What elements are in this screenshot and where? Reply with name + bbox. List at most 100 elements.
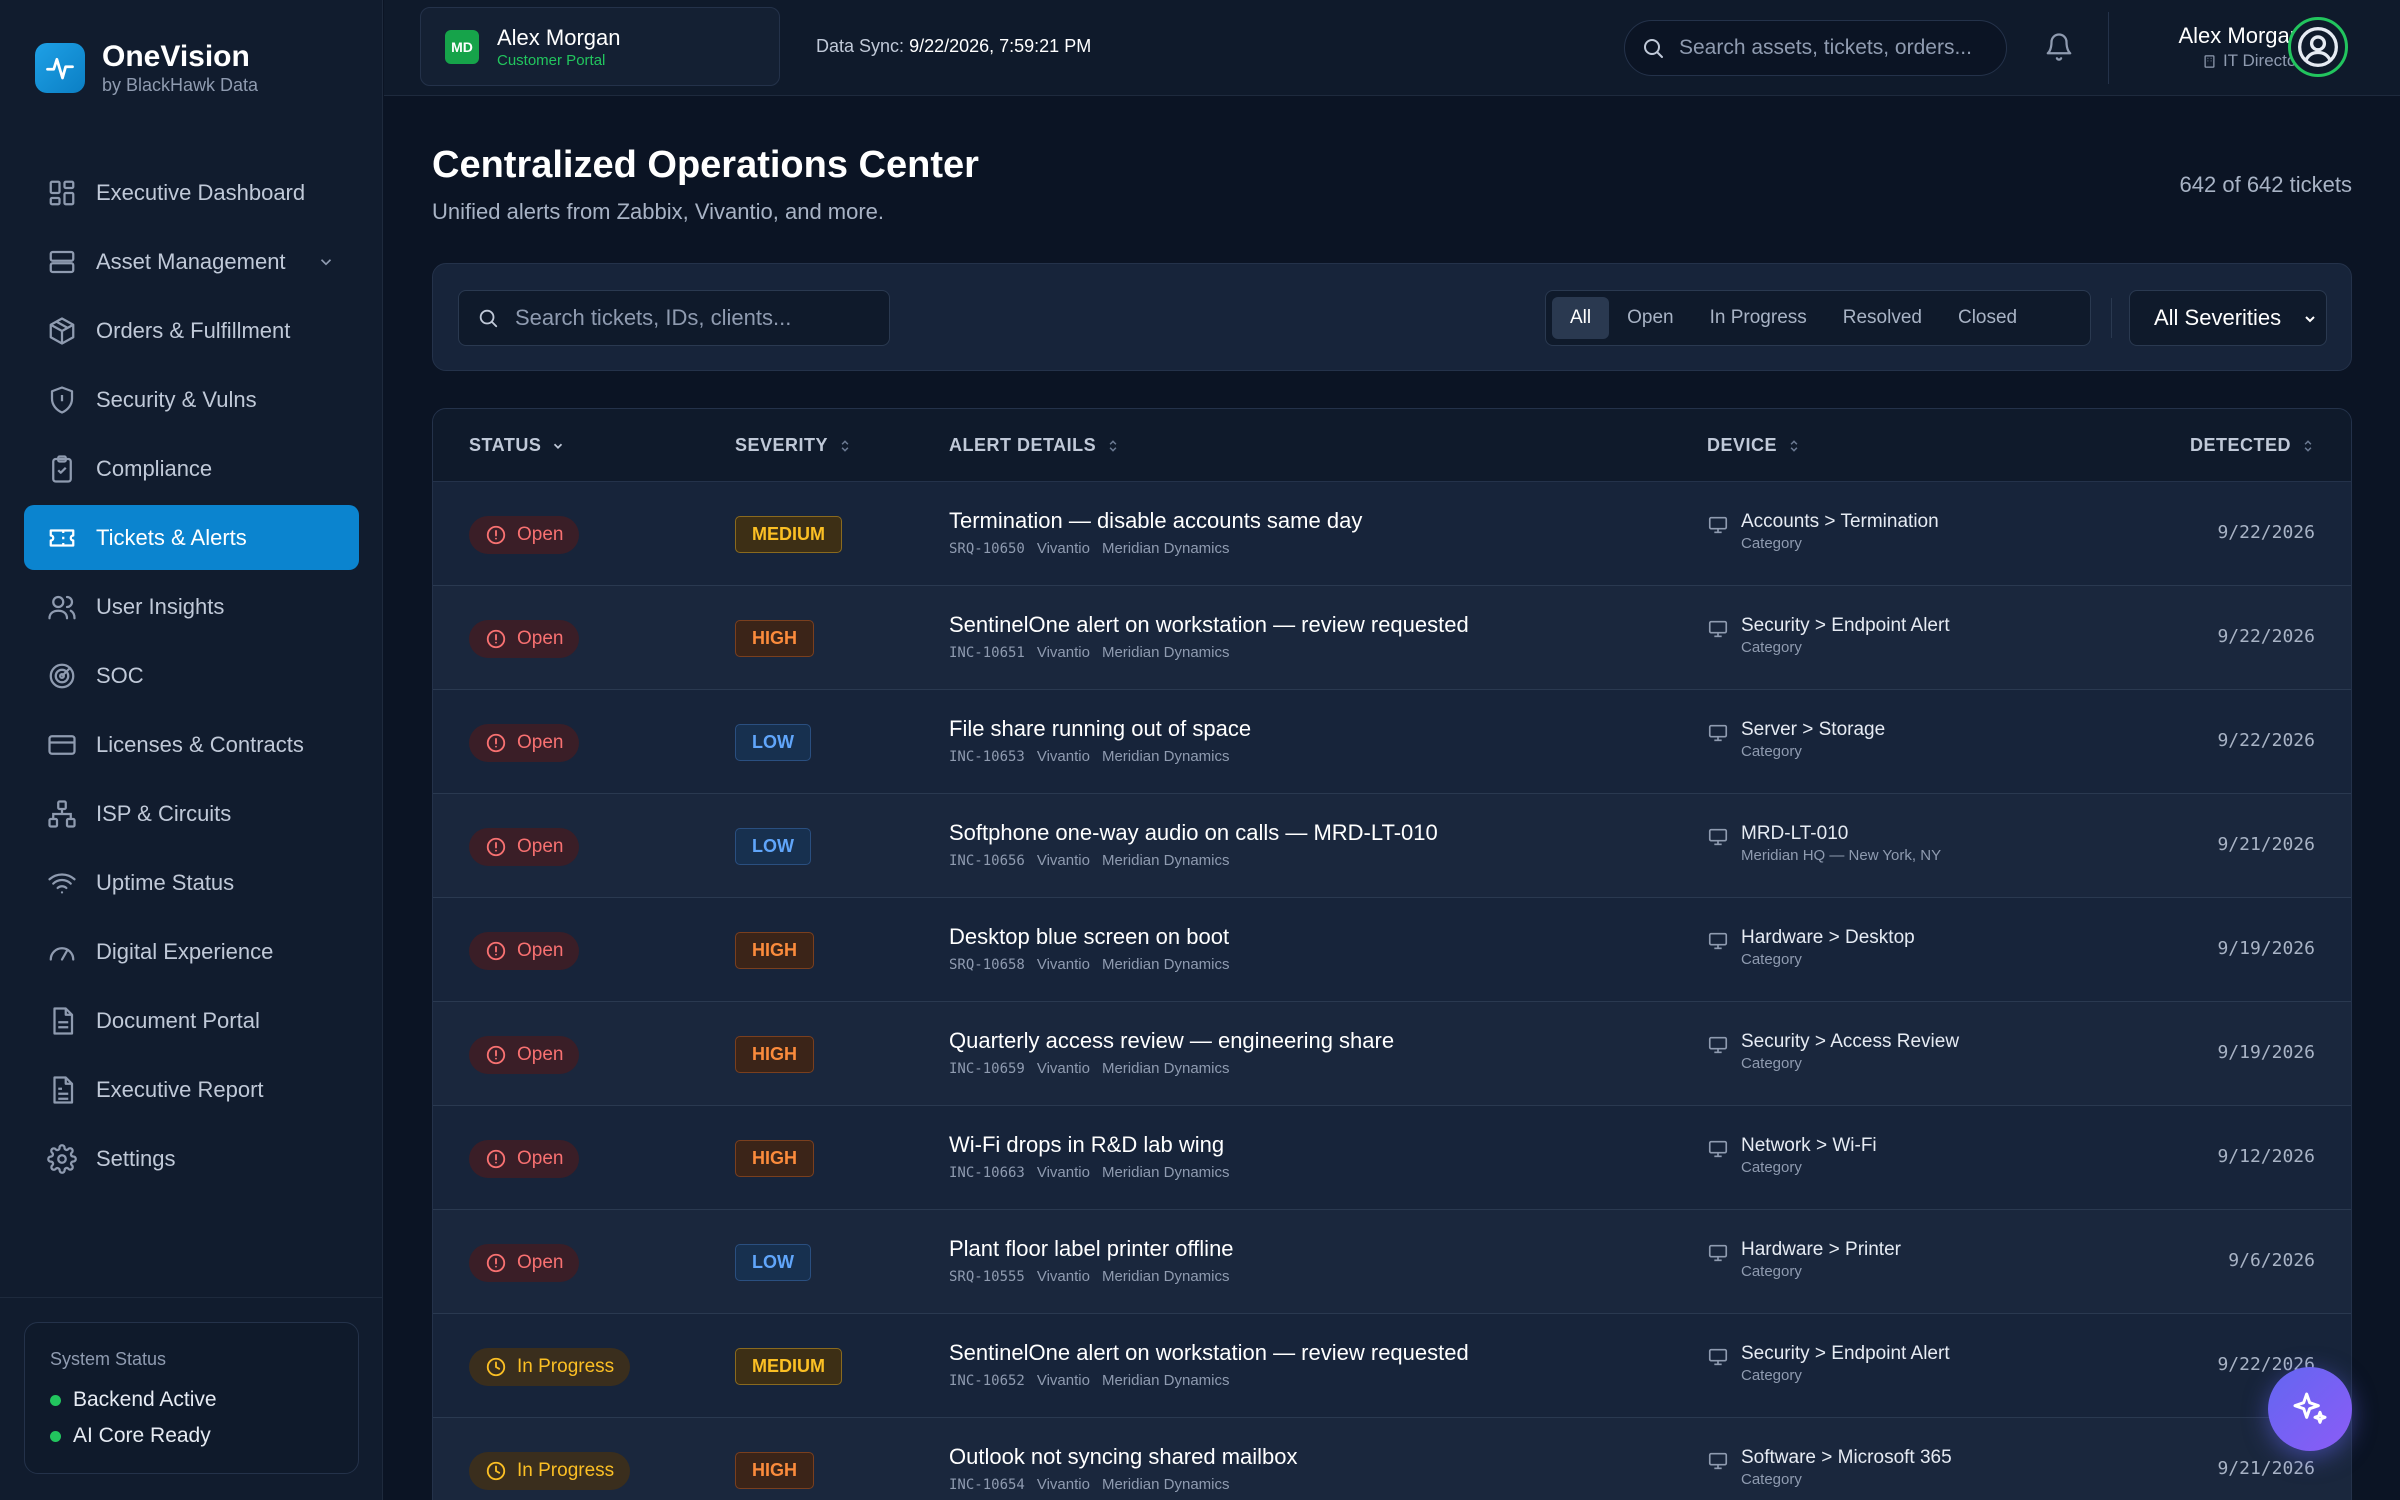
nav-item-isp-circuits[interactable]: ISP & Circuits <box>24 781 359 846</box>
alert-title[interactable]: Quarterly access review — engineering sh… <box>949 1026 1394 1056</box>
monitor-icon <box>1707 826 1729 848</box>
alert-title[interactable]: Softphone one-way audio on calls — MRD-L… <box>949 818 1438 848</box>
nav-item-orders-fulfillment[interactable]: Orders & Fulfillment <box>24 298 359 363</box>
detected-date: 9/6/2026 <box>2228 1250 2315 1271</box>
alert-title[interactable]: Outlook not syncing shared mailbox <box>949 1442 1298 1472</box>
status-badge: In Progress <box>469 1348 631 1386</box>
nav-item-licenses-contracts[interactable]: Licenses & Contracts <box>24 712 359 777</box>
nav-label: Tickets & Alerts <box>96 524 247 550</box>
chevron-down-icon[interactable] <box>317 253 335 271</box>
bell-icon[interactable] <box>2044 32 2074 62</box>
detected-date: 9/21/2026 <box>2217 834 2315 855</box>
nav-item-compliance[interactable]: Compliance <box>24 436 359 501</box>
tab-resolved[interactable]: Resolved <box>1825 297 1940 339</box>
col-alert-details[interactable]: ALERT DETAILS <box>949 435 1120 456</box>
brand[interactable]: OneVision by BlackHawk Data <box>35 40 258 96</box>
table-row[interactable]: Open LOW Softphone one-way audio on calls … <box>433 794 2351 898</box>
ticket-client: Meridian Dynamics <box>1101 1476 1230 1493</box>
col-severity[interactable]: SEVERITY <box>735 435 852 456</box>
nav-item-digital-experience[interactable]: Digital Experience <box>24 919 359 984</box>
alert-circle-icon <box>485 1148 507 1170</box>
ai-assistant-button[interactable] <box>2268 1367 2352 1451</box>
col-status[interactable]: STATUS <box>469 435 565 456</box>
nav-item-uptime-status[interactable]: Uptime Status <box>24 850 359 915</box>
client-switcher[interactable]: MD Alex Morgan Customer Portal <box>420 7 780 86</box>
monitor-icon <box>1707 930 1729 952</box>
device-name: Server > Storage <box>1741 719 1886 740</box>
ticket-client: Meridian Dynamics <box>1101 852 1230 869</box>
status-dot-icon <box>50 1394 61 1406</box>
table-row[interactable]: In Progress HIGH Outlook not syncing share… <box>433 1418 2351 1500</box>
nav-label: Orders & Fulfillment <box>96 317 291 343</box>
ticket-id: INC-10654 <box>949 1477 1025 1493</box>
tab-all[interactable]: All <box>1552 297 1610 339</box>
device-sub: Category <box>1741 1055 1802 1072</box>
table-body: Open MEDIUM Termination — disable accounts… <box>433 482 2351 1500</box>
brand-subtitle: by BlackHawk Data <box>102 75 259 95</box>
alert-title[interactable]: File share running out of space <box>949 714 1251 744</box>
ticket-source: Vivantio <box>1036 1476 1090 1493</box>
sparkle-icon <box>2290 1389 2330 1429</box>
col-detected[interactable]: DETECTED <box>2190 435 2315 456</box>
alert-meta: INC-10656 Vivantio Meridian Dynamics <box>949 852 1438 869</box>
table-row[interactable]: Open HIGH Quarterly access review — engine… <box>433 1002 2351 1106</box>
ticket-search[interactable] <box>458 290 890 346</box>
nav-item-settings[interactable]: Settings <box>24 1126 359 1191</box>
alert-title[interactable]: SentinelOne alert on workstation — revie… <box>949 1338 1469 1368</box>
col-device[interactable]: DEVICE <box>1707 435 1801 456</box>
ticket-id: SRQ-10555 <box>949 1269 1025 1285</box>
table-row[interactable]: Open LOW File share running out of space IN… <box>433 690 2351 794</box>
tab-open[interactable]: Open <box>1609 297 1691 339</box>
severity-select[interactable]: All Severities <box>2129 290 2327 346</box>
status-label: Open <box>517 940 564 961</box>
ticket-search-input[interactable] <box>515 305 889 331</box>
table-row[interactable]: Open HIGH Wi-Fi drops in R&D lab wing INC-1… <box>433 1106 2351 1210</box>
user-info[interactable]: Alex Morgan IT Director <box>2142 22 2302 72</box>
nav-label: Licenses & Contracts <box>96 731 304 757</box>
table-row[interactable]: Open MEDIUM Termination — disable accounts… <box>433 482 2351 586</box>
package-icon <box>47 316 77 346</box>
detected-date: 9/22/2026 <box>2217 522 2315 543</box>
shield-icon <box>47 385 77 415</box>
severity-badge: HIGH <box>735 1036 814 1073</box>
nav-item-document-portal[interactable]: Document Portal <box>24 988 359 1053</box>
nav-item-security-vulns[interactable]: Security & Vulns <box>24 367 359 432</box>
monitor-icon <box>1707 514 1729 536</box>
tab-closed[interactable]: Closed <box>1940 297 2035 339</box>
tab-in-progress[interactable]: In Progress <box>1692 297 1825 339</box>
nav-item-soc[interactable]: SOC <box>24 643 359 708</box>
table-row[interactable]: Open HIGH SentinelOne alert on workstation… <box>433 586 2351 690</box>
alert-meta: SRQ-10555 Vivantio Meridian Dynamics <box>949 1268 1242 1285</box>
alert-title[interactable]: Termination — disable accounts same day <box>949 506 1362 536</box>
global-search-input[interactable] <box>1679 36 1999 60</box>
alert-circle-icon <box>485 1252 507 1274</box>
nav-item-tickets-alerts[interactable]: Tickets & Alerts <box>24 505 359 570</box>
table-row[interactable]: Open HIGH Desktop blue screen on boot SRQ-1… <box>433 898 2351 1002</box>
status-label: In Progress <box>517 1460 615 1481</box>
wifi-icon <box>47 868 77 898</box>
nav-label: Security & Vulns <box>96 386 257 412</box>
alert-title[interactable]: Desktop blue screen on boot <box>949 922 1242 952</box>
alert-details: Termination — disable accounts same day S… <box>949 506 1362 557</box>
alert-title[interactable]: Wi-Fi drops in R&D lab wing <box>949 1130 1242 1160</box>
severity-badge: MEDIUM <box>735 1348 842 1385</box>
nav-item-user-insights[interactable]: User Insights <box>24 574 359 639</box>
monitor-icon <box>1707 1450 1729 1472</box>
alert-title[interactable]: SentinelOne alert on workstation — revie… <box>949 610 1469 640</box>
device-name: MRD-LT-010 <box>1741 823 1849 844</box>
alert-details: Softphone one-way audio on calls — MRD-L… <box>949 818 1438 869</box>
global-search[interactable] <box>1624 20 2007 76</box>
table-row[interactable]: Open LOW Plant floor label printer offline… <box>433 1210 2351 1314</box>
nav-item-executive-report[interactable]: Executive Report <box>24 1057 359 1122</box>
alert-meta: SRQ-10658 Vivantio Meridian Dynamics <box>949 956 1242 973</box>
top-header: MD Alex Morgan Customer Portal Data Sync… <box>384 0 2400 96</box>
nav-label: Document Portal <box>96 1007 260 1033</box>
alert-title[interactable]: Plant floor label printer offline <box>949 1234 1242 1264</box>
report-icon <box>47 1075 77 1105</box>
nav-item-asset-management[interactable]: Asset Management <box>24 229 359 294</box>
ticket-source: Vivantio <box>1036 1060 1090 1077</box>
nav-item-executive-dashboard[interactable]: Executive Dashboard <box>24 160 359 225</box>
table-row[interactable]: In Progress MEDIUM SentinelOne alert on wo… <box>433 1314 2351 1418</box>
nav-label: ISP & Circuits <box>96 800 232 826</box>
user-avatar[interactable] <box>2288 17 2348 77</box>
